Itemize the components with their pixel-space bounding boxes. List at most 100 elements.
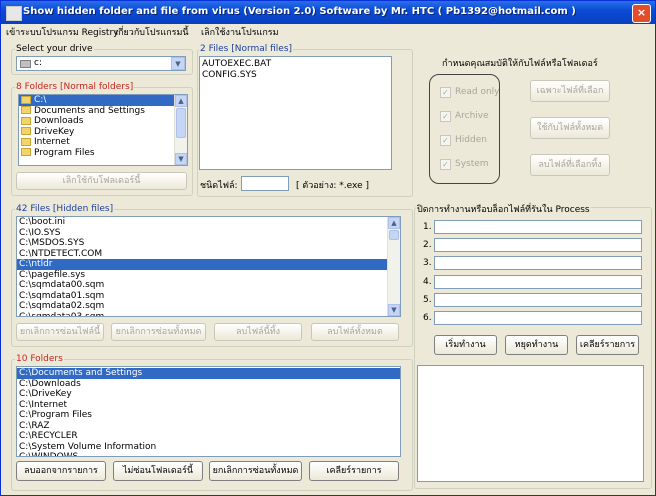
list-item-label: C:\pagefile.sys xyxy=(19,269,86,280)
normal-folders-label: 8 Folders [Normal folders] xyxy=(15,82,135,92)
drive-label: Select your drive xyxy=(15,44,94,54)
list-item[interactable]: Internet xyxy=(19,137,187,148)
list-item[interactable]: C:\Program Files xyxy=(17,410,400,421)
scrollbar[interactable]: ▲ ▼ xyxy=(387,217,400,316)
list-item-label: C:\MSDOS.SYS xyxy=(19,238,85,248)
close-button[interactable]: × xyxy=(632,4,651,23)
list-item-label: Documents and Settings xyxy=(34,105,145,116)
list-item[interactable]: Program Files xyxy=(19,148,187,159)
list-item[interactable]: C:\pagefile.sys xyxy=(17,270,400,281)
title-bar[interactable]: Show hidden folder and file from virus (… xyxy=(1,1,655,24)
list-item[interactable]: C:\NTDETECT.COM xyxy=(17,249,400,260)
file-type-input[interactable] xyxy=(241,176,289,191)
list-item[interactable]: C:\IO.SYS xyxy=(17,228,400,239)
hidden-folders-list[interactable]: C:\Documents and Settings C:\Downloads C:\… xyxy=(16,366,401,457)
clear-folder-list-button[interactable]: เคลียร์รายการ xyxy=(309,461,399,481)
list-item[interactable]: AUTOEXEC.BAT xyxy=(200,59,391,70)
list-item[interactable]: DriveKey xyxy=(19,127,187,138)
process-input[interactable] xyxy=(434,220,642,234)
chevron-down-icon[interactable]: ▼ xyxy=(171,57,185,70)
list-item[interactable]: C:\DriveKey xyxy=(17,389,400,400)
list-item-label: C:\System Volume Information xyxy=(19,441,157,452)
window-title: Show hidden folder and file from virus (… xyxy=(23,6,576,17)
list-item[interactable]: C:\RECYCLER xyxy=(17,431,400,442)
list-item[interactable]: C:\MSDOS.SYS xyxy=(17,238,400,249)
list-item[interactable]: C:\sqmdata00.sqm xyxy=(17,280,400,291)
list-item[interactable]: C:\ xyxy=(19,95,187,106)
clear-process-list-button[interactable]: เคลียร์รายการ xyxy=(576,335,639,355)
hidden-folders-label: 10 Folders xyxy=(15,354,64,364)
list-item[interactable]: CONFIG.SYS xyxy=(200,70,391,81)
remove-from-list-button[interactable]: ลบออกจากรายการ xyxy=(16,461,106,481)
folder-icon xyxy=(21,116,31,125)
list-item[interactable]: C:\ntldr xyxy=(17,259,400,270)
list-item[interactable]: C:\sqmdata03.sqm xyxy=(17,311,400,317)
list-item-label: Program Files xyxy=(34,147,95,158)
start-button[interactable]: เริ่มทำงาน xyxy=(434,335,497,355)
normal-folders-list[interactable]: C:\ Documents and Settings Downloads DriveK… xyxy=(18,94,188,166)
archive-label: Archive xyxy=(455,111,489,121)
menu-about[interactable]: เกี่ยวกับโปรแกรมนี้ xyxy=(115,25,189,39)
unhide-folder-button[interactable]: ไม่ซ่อนโฟลเดอร์นี้ xyxy=(113,461,203,481)
scroll-down-icon[interactable]: ▼ xyxy=(175,153,187,165)
unhide-file-button[interactable]: ยกเลิกการซ่อนไฟล์นี้ xyxy=(16,323,104,341)
drive-select[interactable]: c: ▼ xyxy=(16,56,186,71)
process-input[interactable] xyxy=(434,311,642,325)
system-checkbox[interactable]: ✓ xyxy=(440,159,451,170)
scroll-up-icon[interactable]: ▲ xyxy=(175,95,187,107)
list-item[interactable]: C:\Internet xyxy=(17,400,400,411)
process-input[interactable] xyxy=(434,292,642,307)
list-item[interactable]: C:\sqmdata01.sqm xyxy=(17,291,400,302)
delete-all-files-button[interactable]: ลบไฟล์ทั้งหมด xyxy=(311,323,399,341)
list-item[interactable]: C:\RAZ xyxy=(17,421,400,432)
list-item-label: C:\RECYCLER xyxy=(19,431,78,441)
apply-all-button[interactable]: ใช้กับไฟล์ทั้งหมด xyxy=(530,117,610,139)
process-row-number: 3. xyxy=(423,258,432,269)
folder-icon xyxy=(21,106,31,114)
delete-file-button[interactable]: ลบไฟล์นี้ทิ้ง xyxy=(214,323,302,341)
list-item[interactable]: C:\Documents and Settings xyxy=(17,368,400,379)
menu-bar: เข้าระบบโปรแกรม Registry เกี่ยวกับโปรแกร… xyxy=(1,24,655,39)
stop-button[interactable]: หยุดทำงาน xyxy=(505,335,568,355)
scroll-thumb[interactable] xyxy=(389,230,399,240)
process-log-area[interactable] xyxy=(417,365,644,482)
list-item[interactable]: C:\System Volume Information xyxy=(17,442,400,453)
menu-registry[interactable]: เข้าระบบโปรแกรม Registry xyxy=(6,25,118,39)
process-input[interactable] xyxy=(434,238,642,253)
list-item-label: C:\Program Files xyxy=(19,410,92,420)
list-item[interactable]: C:\WINDOWS xyxy=(17,452,400,456)
list-item-label: Downloads xyxy=(34,116,84,126)
exclude-folder-button[interactable]: เลิกใช้กับโฟลเดอร์นี้ xyxy=(16,172,187,190)
process-input[interactable] xyxy=(434,274,642,289)
list-item-label: C:\sqmdata01.sqm xyxy=(19,290,105,301)
scroll-up-icon[interactable]: ▲ xyxy=(388,217,400,229)
archive-checkbox[interactable]: ✓ xyxy=(440,111,451,122)
hidden-files-list[interactable]: C:\boot.ini C:\IO.SYS C:\MSDOS.SYS C:\NTDET… xyxy=(16,216,401,317)
menu-exit[interactable]: เลิกใช้งานโปรแกรม xyxy=(201,25,279,39)
drive-icon xyxy=(20,60,31,68)
folder-icon xyxy=(21,148,31,156)
scrollbar[interactable]: ▲ ▼ xyxy=(174,95,187,165)
drive-value: c: xyxy=(34,58,42,68)
scroll-down-icon[interactable]: ▼ xyxy=(388,304,400,316)
list-item[interactable]: C:\Downloads xyxy=(17,379,400,390)
list-item-label: C:\NTDETECT.COM xyxy=(19,248,103,259)
hidden-checkbox[interactable]: ✓ xyxy=(440,135,451,146)
list-item-label: AUTOEXEC.BAT xyxy=(202,59,272,69)
unhide-all-files-button[interactable]: ยกเลิกการซ่อนทั้งหมด xyxy=(111,323,206,341)
unhide-all-folders-button[interactable]: ยกเลิกการซ่อนทั้งหมด xyxy=(209,461,302,481)
list-item-label: C:\Downloads xyxy=(19,378,81,389)
list-item-label: C:\sqmdata02.sqm xyxy=(19,301,105,311)
list-item[interactable]: Downloads xyxy=(19,116,187,127)
readonly-checkbox[interactable]: ✓ xyxy=(440,87,451,98)
list-item[interactable]: Documents and Settings xyxy=(19,106,187,117)
normal-files-list[interactable]: AUTOEXEC.BAT CONFIG.SYS xyxy=(199,56,392,170)
process-row-number: 6. xyxy=(423,313,432,323)
list-item[interactable]: C:\boot.ini xyxy=(17,217,400,228)
list-item[interactable]: C:\sqmdata02.sqm xyxy=(17,301,400,312)
process-input[interactable] xyxy=(434,256,642,271)
list-item-label: C:\sqmdata03.sqm xyxy=(19,311,105,317)
delete-selected-button[interactable]: ลบไฟล์ที่เลือกทิ้ง xyxy=(530,154,610,176)
apply-selected-button[interactable]: เฉพาะไฟล์ที่เลือก xyxy=(530,80,610,102)
scroll-thumb[interactable] xyxy=(176,108,186,138)
